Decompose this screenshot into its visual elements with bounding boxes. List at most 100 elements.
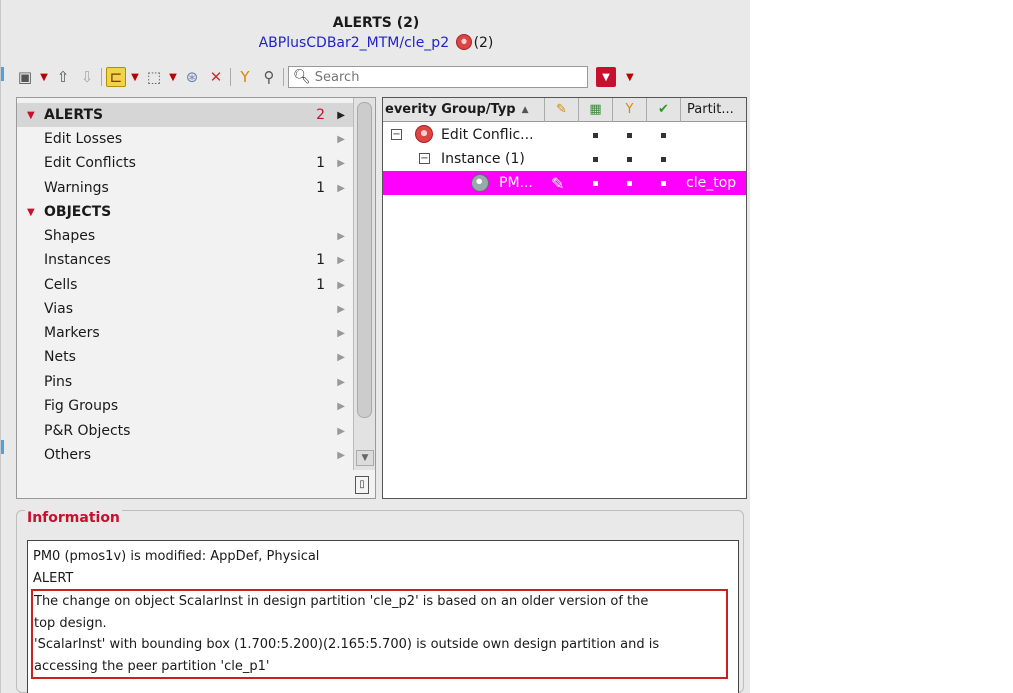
expand-caret-icon[interactable]: ▼ <box>27 207 35 218</box>
status-dot <box>661 133 666 138</box>
chevron-right-icon: ▶ <box>337 109 345 121</box>
sidebar-item-warnings[interactable]: Warnings 1 ▶ <box>17 176 353 200</box>
filter-icon[interactable]: Y <box>235 67 255 87</box>
hierarchy-dropdown-icon[interactable]: ▼ <box>130 67 140 87</box>
layout-icon: ▦ <box>589 102 602 117</box>
search-options-icon[interactable]: ▼ <box>596 67 616 87</box>
category-objects[interactable]: ▼ OBJECTS <box>17 200 353 224</box>
sidebar-item-fig-groups[interactable]: Fig Groups ▶ <box>17 394 353 418</box>
reject-icon[interactable]: ✕ <box>206 67 226 87</box>
info-line: accessing the peer partition 'cle_p1' <box>34 658 270 674</box>
scrollbar-thumb[interactable] <box>357 102 372 418</box>
grid-header: everity Group/Typ ▲ ✎ ▦ Y ✔ Partit... <box>383 97 746 122</box>
sidebar-item-nets[interactable]: Nets ▶ <box>17 345 353 369</box>
search-input[interactable] <box>314 69 585 85</box>
chevron-right-icon: ▶ <box>337 279 345 291</box>
search-history-dropdown-icon[interactable]: ▼ <box>626 72 634 83</box>
info-line: The change on object ScalarInst in desig… <box>34 594 649 609</box>
collapse-icon[interactable]: − <box>391 129 402 140</box>
chevron-right-icon: ▶ <box>337 327 345 339</box>
select-dropdown-icon[interactable]: ▼ <box>168 67 178 87</box>
collapse-icon[interactable]: − <box>419 153 430 164</box>
information-title: Information <box>25 510 122 526</box>
status-dot <box>661 157 666 162</box>
sidebar-item-instances[interactable]: Instances 1 ▶ <box>17 248 353 272</box>
conflict-severity-icon <box>415 125 433 143</box>
info-line: top design. <box>34 615 107 631</box>
design-path-link[interactable]: ABPlusCDBar2_MTM/cle_p2 <box>259 35 450 51</box>
find-icon[interactable]: ⚲ <box>259 67 279 87</box>
category-tree: ▼ ALERTS 2 ▶ Edit Losses ▶ Edit Conflict… <box>16 97 376 499</box>
sidebar-item-pr-objects[interactable]: P&R Objects ▶ <box>17 419 353 443</box>
sidebar-item-cells[interactable]: Cells 1 ▶ <box>17 273 353 297</box>
column-filter-header[interactable]: Y <box>613 97 647 122</box>
expand-caret-icon[interactable]: ▼ <box>27 110 35 121</box>
previous-icon[interactable]: ⇧ <box>53 67 73 87</box>
table-row[interactable]: − Edit Conflic... <box>383 123 746 147</box>
alert-message-box: The change on object ScalarInst in desig… <box>31 589 728 679</box>
status-dot <box>661 181 666 186</box>
toolbar: ▣ ▼ ⇧ ⇩ ⊏ ▼ ⬚ ▼ ⊛ ✕ Y ⚲ 🔍︎ ▼ ▼ <box>15 64 745 90</box>
status-dot <box>627 157 632 162</box>
window-edge-marker <box>1 67 4 81</box>
sidebar-item-pins[interactable]: Pins ▶ <box>17 370 353 394</box>
column-partition-header[interactable]: Partit... <box>681 98 746 122</box>
column-layout-header[interactable]: ▦ <box>579 97 613 122</box>
chevron-right-icon: ▶ <box>337 157 345 169</box>
chevron-right-icon: ▶ <box>337 133 345 145</box>
tree-scrollbar[interactable]: ▼ <box>353 98 375 470</box>
zoom-dropdown-icon[interactable]: ▼ <box>39 67 49 87</box>
status-dot <box>627 133 632 138</box>
chevron-right-icon: ▶ <box>337 351 345 363</box>
sidebar-item-shapes[interactable]: Shapes ▶ <box>17 224 353 248</box>
sidebar-item-edit-conflicts[interactable]: Edit Conflicts 1 ▶ <box>17 151 353 175</box>
chevron-right-icon: ▶ <box>337 449 345 461</box>
design-path: ABPlusCDBar2_MTM/cle_p2 (2) <box>11 32 741 54</box>
design-path-count: (2) <box>473 35 494 51</box>
info-line: 'ScalarInst' with bounding box (1.700:5.… <box>34 637 660 652</box>
results-grid: everity Group/Typ ▲ ✎ ▦ Y ✔ Partit... − E… <box>382 97 747 499</box>
conflict-severity-icon <box>455 34 472 50</box>
pencil-icon: ✎ <box>551 173 565 193</box>
search-box: 🔍︎ <box>288 66 588 88</box>
sidebar-item-markers[interactable]: Markers ▶ <box>17 321 353 345</box>
status-dot <box>593 133 598 138</box>
zoom-to-icon[interactable]: ▣ <box>15 67 35 87</box>
scroll-down-icon[interactable]: ▼ <box>356 450 374 466</box>
status-dot <box>627 181 632 186</box>
category-alerts[interactable]: ▼ ALERTS 2 ▶ <box>17 103 353 127</box>
page-title: ALERTS (2) <box>332 15 420 31</box>
info-line: ALERT <box>33 570 74 586</box>
filter-icon: Y <box>625 102 634 117</box>
accept-icon[interactable]: ⊛ <box>182 67 202 87</box>
alerts-panel: ALERTS (2) ABPlusCDBar2_MTM/cle_p2 (2) ▣… <box>0 0 750 693</box>
window-edge-marker <box>1 440 4 454</box>
chevron-right-icon: ▶ <box>337 230 345 242</box>
column-status-header[interactable]: ✔ <box>647 97 681 122</box>
chevron-right-icon: ▶ <box>337 425 345 437</box>
sort-asc-icon: ▲ <box>521 104 529 115</box>
toolbar-separator <box>283 68 284 86</box>
status-dot <box>593 181 598 186</box>
status-dot <box>593 157 598 162</box>
chevron-right-icon: ▶ <box>337 303 345 315</box>
select-object-icon[interactable]: ⬚ <box>144 67 164 87</box>
column-severity-header[interactable]: everity Group/Typ ▲ <box>383 97 545 122</box>
table-row[interactable]: − Instance (1) <box>383 147 746 171</box>
next-icon[interactable]: ⇩ <box>77 67 97 87</box>
search-icon: 🔍︎ <box>293 69 311 85</box>
sidebar-item-edit-losses[interactable]: Edit Losses ▶ <box>17 127 353 151</box>
information-panel: Information PM0 (pmos1v) is modified: Ap… <box>16 510 744 693</box>
sidebar-item-others[interactable]: Others ▶ <box>17 443 353 467</box>
info-line: PM0 (pmos1v) is modified: AppDef, Physic… <box>33 549 320 564</box>
sidebar-item-vias[interactable]: Vias ▶ <box>17 297 353 321</box>
column-edit-header[interactable]: ✎ <box>545 97 579 122</box>
toolbar-separator <box>230 68 231 86</box>
chevron-right-icon: ▶ <box>337 400 345 412</box>
panel-header: ALERTS (2) ABPlusCDBar2_MTM/cle_p2 (2) <box>11 8 741 63</box>
column-toggle-icon[interactable]: ▯ <box>355 476 369 494</box>
pencil-icon: ✎ <box>556 102 567 117</box>
table-row-selected[interactable]: PM... ✎ cle_top <box>383 171 746 195</box>
hierarchy-mode-icon[interactable]: ⊏ <box>106 67 126 87</box>
chevron-right-icon: ▶ <box>337 254 345 266</box>
